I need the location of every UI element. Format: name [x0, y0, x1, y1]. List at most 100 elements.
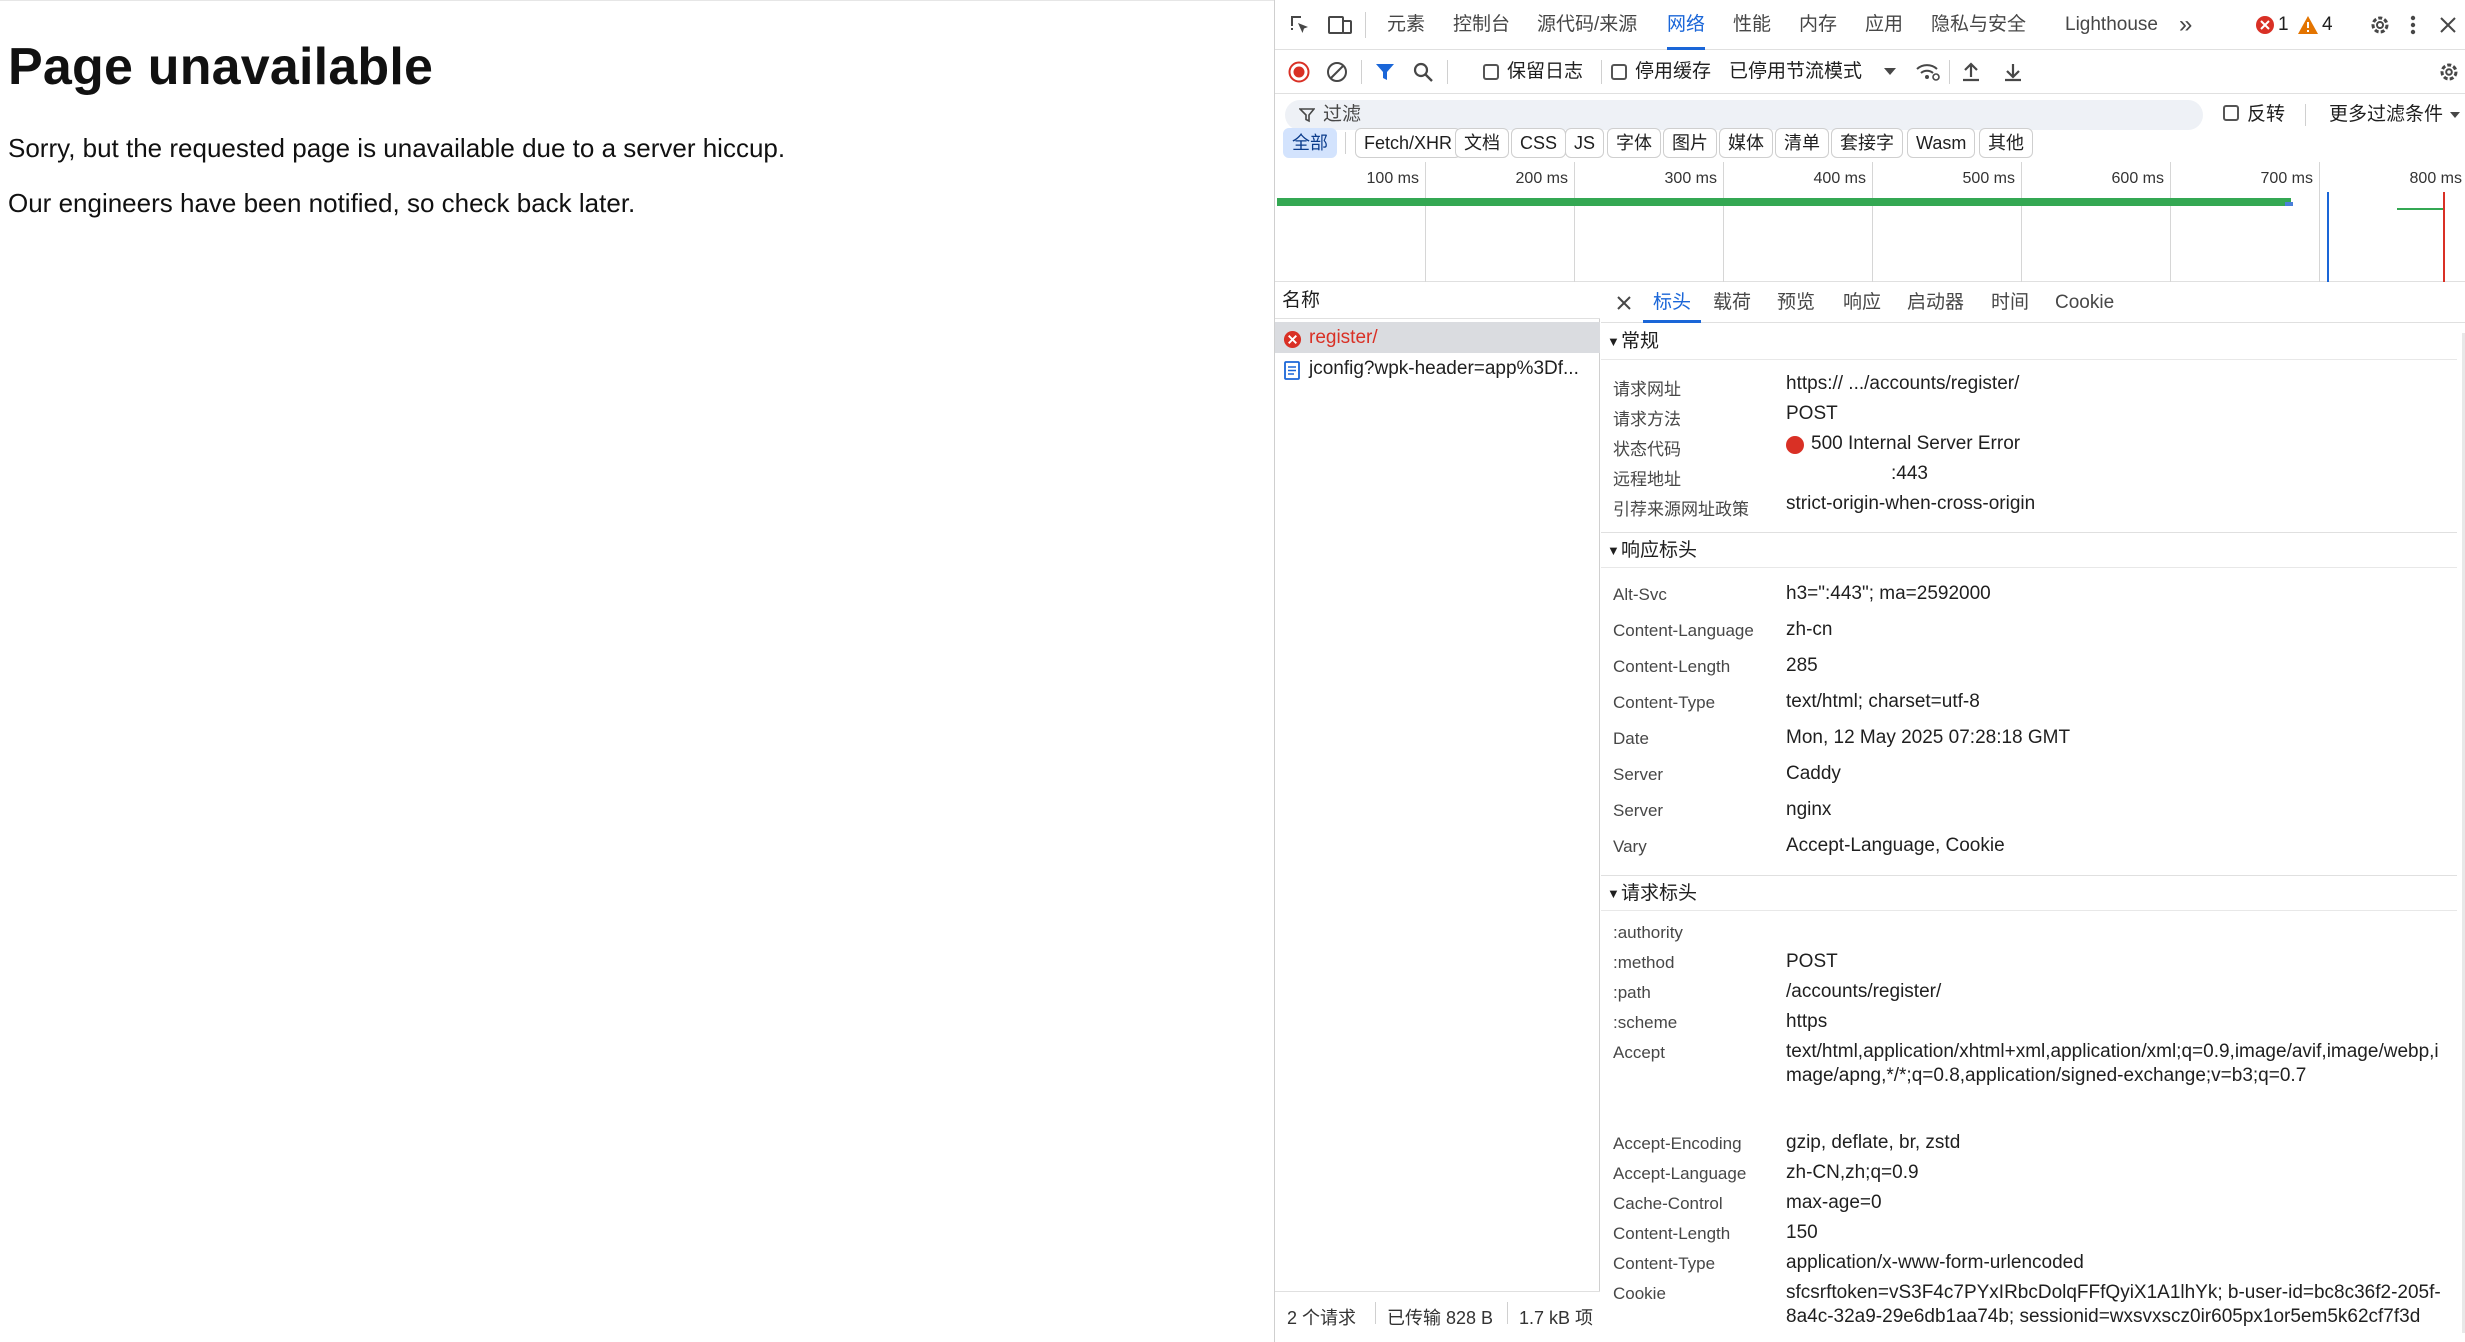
section-response-headers[interactable]: 响应标头 — [1601, 532, 2457, 569]
header-value: gzip, deflate, br, zstd — [1786, 1132, 1961, 1153]
chip-other[interactable]: 其他 — [1979, 128, 2033, 158]
stop-recording-icon[interactable] — [1287, 60, 1311, 84]
request-name: register/ — [1309, 327, 1378, 348]
error-icon — [1283, 328, 1302, 349]
tab-privacy-security[interactable]: 隐私与安全 — [1931, 0, 2026, 50]
header-value: nginx — [1786, 799, 1832, 820]
tab-response[interactable]: 响应 — [1843, 283, 1881, 323]
tab-sources[interactable]: 源代码/来源 — [1537, 0, 1637, 50]
chip-document[interactable]: 文档 — [1455, 128, 1509, 158]
more-options-icon[interactable] — [2405, 12, 2421, 38]
tab-payload[interactable]: 载荷 — [1713, 283, 1751, 323]
details-tabbar: 标头 载荷 预览 响应 启动器 时间 Cookie — [1601, 283, 2465, 323]
network-toolbar: 保留日志 停用缓存 已停用节流模式 — [1275, 50, 2465, 94]
network-summary-bar: 2 个请求 已传输 828 B 1.7 kB 项 — [1275, 1291, 1600, 1335]
header-value: 150 — [1786, 1222, 1818, 1243]
invert-checkbox[interactable] — [2223, 105, 2239, 121]
header-value: application/x-www-form-urlencoded — [1786, 1252, 2084, 1273]
tab-elements[interactable]: 元素 — [1387, 0, 1425, 50]
request-row-jconfig[interactable]: jconfig?wpk-header=app%3Df... — [1275, 353, 1600, 384]
notice-message: Our engineers have been notified, so che… — [8, 188, 636, 218]
divider — [1447, 60, 1448, 84]
request-row-register[interactable]: register/ — [1275, 322, 1600, 353]
tick-label: 700 ms — [2260, 170, 2313, 187]
chip-all[interactable]: 全部 — [1283, 128, 1337, 158]
tab-memory[interactable]: 内存 — [1799, 0, 1837, 50]
header-value: 285 — [1786, 655, 1818, 676]
error-counter[interactable]: 1 — [2255, 12, 2289, 38]
chip-font[interactable]: 字体 — [1607, 128, 1661, 158]
request-name: jconfig?wpk-header=app%3Df... — [1309, 358, 1579, 379]
clear-icon[interactable] — [1325, 60, 1349, 84]
tab-cookies[interactable]: Cookie — [2055, 283, 2114, 323]
chip-js[interactable]: JS — [1565, 128, 1605, 158]
header-key: Accept-Language — [1613, 1164, 1747, 1183]
tab-network[interactable]: 网络 — [1667, 0, 1706, 50]
tab-lighthouse[interactable]: Lighthouse — [2065, 0, 2158, 50]
divider — [1365, 12, 1366, 38]
chip-css[interactable]: CSS — [1511, 128, 1567, 158]
import-har-icon[interactable] — [1959, 60, 1983, 84]
preserve-log-checkbox[interactable] — [1483, 64, 1499, 80]
tick-600 — [2170, 162, 2171, 282]
devtools-tabbar: 元素 控制台 源代码/来源 网络 性能 内存 应用 隐私与安全 Lighthou… — [1275, 0, 2465, 50]
column-header-name[interactable]: 名称 — [1275, 283, 1600, 319]
chip-websocket[interactable]: 套接字 — [1831, 128, 1903, 158]
tab-timing[interactable]: 时间 — [1991, 283, 2029, 323]
transferred-size: 已传输 828 B — [1387, 1308, 1494, 1328]
divider — [1345, 132, 1346, 154]
chip-wasm[interactable]: Wasm — [1907, 128, 1976, 158]
header-value: Caddy — [1786, 763, 1841, 784]
section-general-header[interactable]: 常规 — [1601, 324, 2457, 360]
close-details-icon[interactable] — [1613, 292, 1635, 314]
request-details-pane: 标头 载荷 预览 响应 启动器 时间 Cookie 常规 请求网址 https:… — [1601, 283, 2465, 1338]
header-value: Accept-Language, Cookie — [1786, 835, 2005, 856]
inspect-element-icon[interactable] — [1287, 12, 1313, 38]
section-request-headers[interactable]: 请求标头 — [1601, 875, 2457, 912]
error-message: Sorry, but the requested page is unavail… — [8, 133, 786, 163]
error-icon — [2256, 16, 2274, 34]
filter-funnel-icon[interactable] — [1373, 60, 1397, 84]
chip-fetch-xhr[interactable]: Fetch/XHR — [1355, 128, 1462, 158]
export-har-icon[interactable] — [2001, 60, 2025, 84]
chip-manifest[interactable]: 清单 — [1775, 128, 1829, 158]
header-key: :method — [1613, 953, 1675, 972]
filter-input[interactable]: 过滤 — [1285, 100, 2203, 130]
chip-image[interactable]: 图片 — [1663, 128, 1717, 158]
header-key: 请求网址 — [1613, 380, 1681, 399]
tab-headers[interactable]: 标头 — [1643, 283, 1702, 323]
device-toolbar-icon[interactable] — [1327, 12, 1353, 38]
tab-initiator[interactable]: 启动器 — [1907, 283, 1964, 323]
resource-size: 1.7 kB 项 — [1519, 1308, 1594, 1328]
tab-performance[interactable]: 性能 — [1733, 0, 1771, 50]
disable-cache-label: 停用缓存 — [1635, 61, 1712, 82]
chevron-down-icon[interactable] — [1883, 66, 1897, 78]
disable-cache-checkbox[interactable] — [1611, 64, 1627, 80]
header-key: :path — [1613, 983, 1651, 1002]
chip-media[interactable]: 媒体 — [1719, 128, 1773, 158]
header-value-accept: text/html,application/xhtml+xml,applicat… — [1786, 1041, 2439, 1086]
tab-application[interactable]: 应用 — [1865, 0, 1903, 50]
settings-gear-icon[interactable] — [2367, 12, 2393, 38]
search-icon[interactable] — [1411, 60, 1435, 84]
header-key: Content-Length — [1613, 1224, 1731, 1243]
network-overview-timeline[interactable]: 100 ms 200 ms 300 ms 400 ms 500 ms 600 m… — [1275, 162, 2465, 282]
tab-console[interactable]: 控制台 — [1453, 0, 1510, 50]
network-conditions-icon[interactable] — [1915, 60, 1941, 84]
header-value: text/html; charset=utf-8 — [1786, 691, 1980, 712]
tick-300 — [1723, 162, 1724, 282]
header-value-cookie: sfcsrftoken=vS3F4c7PYxIRbcDolqFFfQyiX1A1… — [1786, 1282, 2441, 1327]
header-value-status: 500 Internal Server Error — [1811, 433, 2021, 454]
more-tabs-button[interactable]: » — [2179, 0, 2192, 50]
tab-preview[interactable]: 预览 — [1777, 283, 1815, 323]
header-value: Mon, 12 May 2025 07:28:18 GMT — [1786, 727, 2071, 748]
network-settings-gear-icon[interactable] — [2437, 60, 2461, 84]
header-key: Content-Type — [1613, 693, 1716, 712]
divider — [1375, 1302, 1376, 1324]
resource-type-filters: 全部 Fetch/XHR 文档 CSS JS 字体 图片 媒体 清单 套接字 W… — [1275, 128, 2465, 158]
close-devtools-icon[interactable] — [2435, 12, 2461, 38]
chevron-down-icon[interactable] — [2449, 110, 2461, 120]
throttling-select[interactable]: 已停用节流模式 — [1729, 50, 1862, 94]
warning-counter[interactable]: 4 — [2297, 12, 2333, 38]
request-count: 2 个请求 — [1287, 1308, 1357, 1328]
